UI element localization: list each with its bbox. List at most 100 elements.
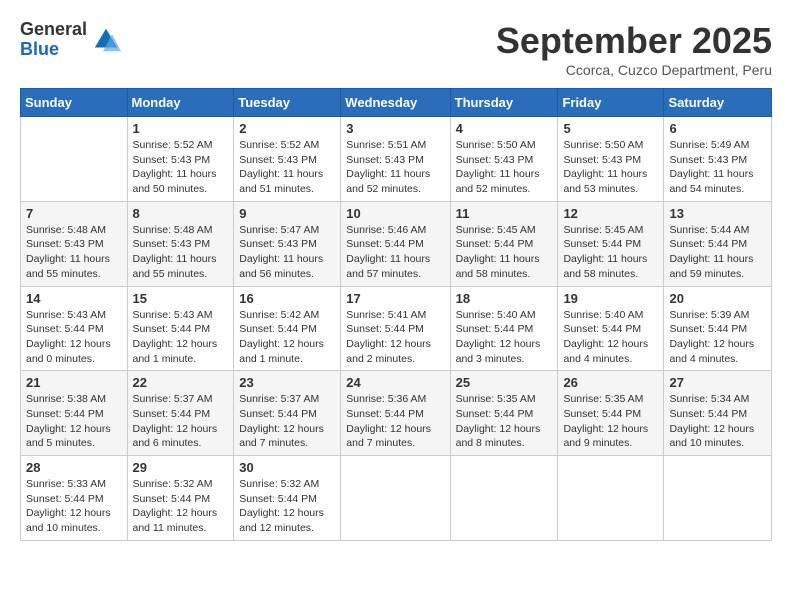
calendar-cell: 3Sunrise: 5:51 AMSunset: 5:43 PMDaylight… [341, 117, 450, 202]
calendar-week-2: 7 Sunrise: 5:48 AMSunset: 5:43 PMDaylight… [21, 201, 772, 286]
day-info: Sunrise: 5:32 AMSunset: 5:44 PMDaylight:… [239, 477, 335, 536]
calendar-cell: 30Sunrise: 5:32 AMSunset: 5:44 PMDayligh… [234, 456, 341, 541]
calendar-cell: 10 Sunrise: 5:46 AMSunset: 5:44 PMDayligh… [341, 201, 450, 286]
day-info: Sunrise: 5:40 AMSunset: 5:44 PMDaylight:… [456, 308, 553, 367]
day-number: 13 [669, 206, 766, 221]
day-number: 16 [239, 291, 335, 306]
day-info: Sunrise: 5:37 AMSunset: 5:44 PMDaylight:… [239, 392, 335, 451]
calendar-cell: 23 Sunrise: 5:37 AMSunset: 5:44 PMDayligh… [234, 371, 341, 456]
calendar-cell [450, 456, 558, 541]
day-number: 19 [563, 291, 658, 306]
calendar-cell: 14Sunrise: 5:43 AMSunset: 5:44 PMDayligh… [21, 286, 128, 371]
page-header: General Blue September 2025 Ccorca, Cuzc… [20, 20, 772, 78]
calendar-cell: 8 Sunrise: 5:48 AMSunset: 5:43 PMDaylight… [127, 201, 234, 286]
day-info: Sunrise: 5:48 AMSunset: 5:43 PMDaylight:… [26, 223, 122, 282]
day-number: 4 [456, 121, 553, 136]
day-info: Sunrise: 5:52 AMSunset: 5:43 PMDaylight:… [133, 138, 229, 197]
day-number: 27 [669, 375, 766, 390]
day-number: 24 [346, 375, 444, 390]
month-title: September 2025 [496, 20, 772, 62]
calendar-cell: 7 Sunrise: 5:48 AMSunset: 5:43 PMDaylight… [21, 201, 128, 286]
calendar-week-3: 14Sunrise: 5:43 AMSunset: 5:44 PMDayligh… [21, 286, 772, 371]
logo-general: General [20, 20, 87, 40]
day-info: Sunrise: 5:52 AMSunset: 5:43 PMDaylight:… [239, 138, 335, 197]
calendar-cell: 6Sunrise: 5:49 AMSunset: 5:43 PMDaylight… [664, 117, 772, 202]
day-number: 25 [456, 375, 553, 390]
calendar-week-4: 21Sunrise: 5:38 AMSunset: 5:44 PMDayligh… [21, 371, 772, 456]
day-info: Sunrise: 5:36 AMSunset: 5:44 PMDaylight:… [346, 392, 444, 451]
calendar-cell: 16 Sunrise: 5:42 AMSunset: 5:44 PMDayligh… [234, 286, 341, 371]
day-info: Sunrise: 5:43 AMSunset: 5:44 PMDaylight:… [26, 308, 122, 367]
calendar-cell: 19 Sunrise: 5:40 AMSunset: 5:44 PMDayligh… [558, 286, 664, 371]
calendar-cell: 13 Sunrise: 5:44 AMSunset: 5:44 PMDayligh… [664, 201, 772, 286]
day-number: 20 [669, 291, 766, 306]
day-number: 10 [346, 206, 444, 221]
day-number: 18 [456, 291, 553, 306]
day-info: Sunrise: 5:35 AMSunset: 5:44 PMDaylight:… [456, 392, 553, 451]
calendar-week-1: 1 Sunrise: 5:52 AMSunset: 5:43 PMDaylight… [21, 117, 772, 202]
day-info: Sunrise: 5:35 AMSunset: 5:44 PMDaylight:… [563, 392, 658, 451]
calendar-cell: 4 Sunrise: 5:50 AMSunset: 5:43 PMDaylight… [450, 117, 558, 202]
calendar-cell: 5 Sunrise: 5:50 AMSunset: 5:43 PMDaylight… [558, 117, 664, 202]
day-info: Sunrise: 5:50 AMSunset: 5:43 PMDaylight:… [563, 138, 658, 197]
day-info: Sunrise: 5:41 AMSunset: 5:44 PMDaylight:… [346, 308, 444, 367]
calendar-cell [21, 117, 128, 202]
day-number: 29 [133, 460, 229, 475]
day-info: Sunrise: 5:44 AMSunset: 5:44 PMDaylight:… [669, 223, 766, 282]
calendar-cell [558, 456, 664, 541]
day-info: Sunrise: 5:38 AMSunset: 5:44 PMDaylight:… [26, 392, 122, 451]
day-number: 11 [456, 206, 553, 221]
calendar-header-saturday: Saturday [664, 89, 772, 117]
calendar-cell: 29 Sunrise: 5:32 AMSunset: 5:44 PMDayligh… [127, 456, 234, 541]
calendar-cell: 12 Sunrise: 5:45 AMSunset: 5:44 PMDayligh… [558, 201, 664, 286]
calendar-cell: 24 Sunrise: 5:36 AMSunset: 5:44 PMDayligh… [341, 371, 450, 456]
logo-blue: Blue [20, 40, 87, 60]
calendar-week-5: 28Sunrise: 5:33 AMSunset: 5:44 PMDayligh… [21, 456, 772, 541]
day-info: Sunrise: 5:43 AMSunset: 5:44 PMDaylight:… [133, 308, 229, 367]
calendar-cell: 9Sunrise: 5:47 AMSunset: 5:43 PMDaylight… [234, 201, 341, 286]
day-number: 5 [563, 121, 658, 136]
day-number: 1 [133, 121, 229, 136]
calendar-cell [664, 456, 772, 541]
calendar-cell [341, 456, 450, 541]
day-number: 22 [133, 375, 229, 390]
logo: General Blue [20, 20, 121, 60]
calendar-cell: 20 Sunrise: 5:39 AMSunset: 5:44 PMDayligh… [664, 286, 772, 371]
day-info: Sunrise: 5:45 AMSunset: 5:44 PMDaylight:… [563, 223, 658, 282]
day-number: 28 [26, 460, 122, 475]
day-info: Sunrise: 5:32 AMSunset: 5:44 PMDaylight:… [133, 477, 229, 536]
calendar-cell: 27 Sunrise: 5:34 AMSunset: 5:44 PMDayligh… [664, 371, 772, 456]
day-info: Sunrise: 5:39 AMSunset: 5:44 PMDaylight:… [669, 308, 766, 367]
calendar-cell: 25 Sunrise: 5:35 AMSunset: 5:44 PMDayligh… [450, 371, 558, 456]
day-info: Sunrise: 5:37 AMSunset: 5:44 PMDaylight:… [133, 392, 229, 451]
day-info: Sunrise: 5:45 AMSunset: 5:44 PMDaylight:… [456, 223, 553, 282]
calendar-header-row: SundayMondayTuesdayWednesdayThursdayFrid… [21, 89, 772, 117]
day-number: 17 [346, 291, 444, 306]
day-number: 9 [239, 206, 335, 221]
calendar-header-sunday: Sunday [21, 89, 128, 117]
day-number: 7 [26, 206, 122, 221]
calendar-cell: 26Sunrise: 5:35 AMSunset: 5:44 PMDayligh… [558, 371, 664, 456]
day-info: Sunrise: 5:46 AMSunset: 5:44 PMDaylight:… [346, 223, 444, 282]
day-info: Sunrise: 5:40 AMSunset: 5:44 PMDaylight:… [563, 308, 658, 367]
day-info: Sunrise: 5:48 AMSunset: 5:43 PMDaylight:… [133, 223, 229, 282]
day-info: Sunrise: 5:42 AMSunset: 5:44 PMDaylight:… [239, 308, 335, 367]
calendar-cell: 17 Sunrise: 5:41 AMSunset: 5:44 PMDayligh… [341, 286, 450, 371]
calendar-header-friday: Friday [558, 89, 664, 117]
calendar-cell: 11 Sunrise: 5:45 AMSunset: 5:44 PMDayligh… [450, 201, 558, 286]
day-number: 23 [239, 375, 335, 390]
day-number: 8 [133, 206, 229, 221]
logo-icon [91, 25, 121, 55]
day-number: 2 [239, 121, 335, 136]
calendar-cell: 1 Sunrise: 5:52 AMSunset: 5:43 PMDaylight… [127, 117, 234, 202]
day-info: Sunrise: 5:50 AMSunset: 5:43 PMDaylight:… [456, 138, 553, 197]
calendar-header-monday: Monday [127, 89, 234, 117]
day-number: 12 [563, 206, 658, 221]
location: Ccorca, Cuzco Department, Peru [496, 62, 772, 78]
calendar-header-wednesday: Wednesday [341, 89, 450, 117]
day-number: 6 [669, 121, 766, 136]
calendar-header-thursday: Thursday [450, 89, 558, 117]
day-info: Sunrise: 5:34 AMSunset: 5:44 PMDaylight:… [669, 392, 766, 451]
calendar-table: SundayMondayTuesdayWednesdayThursdayFrid… [20, 88, 772, 541]
calendar-cell: 18 Sunrise: 5:40 AMSunset: 5:44 PMDayligh… [450, 286, 558, 371]
